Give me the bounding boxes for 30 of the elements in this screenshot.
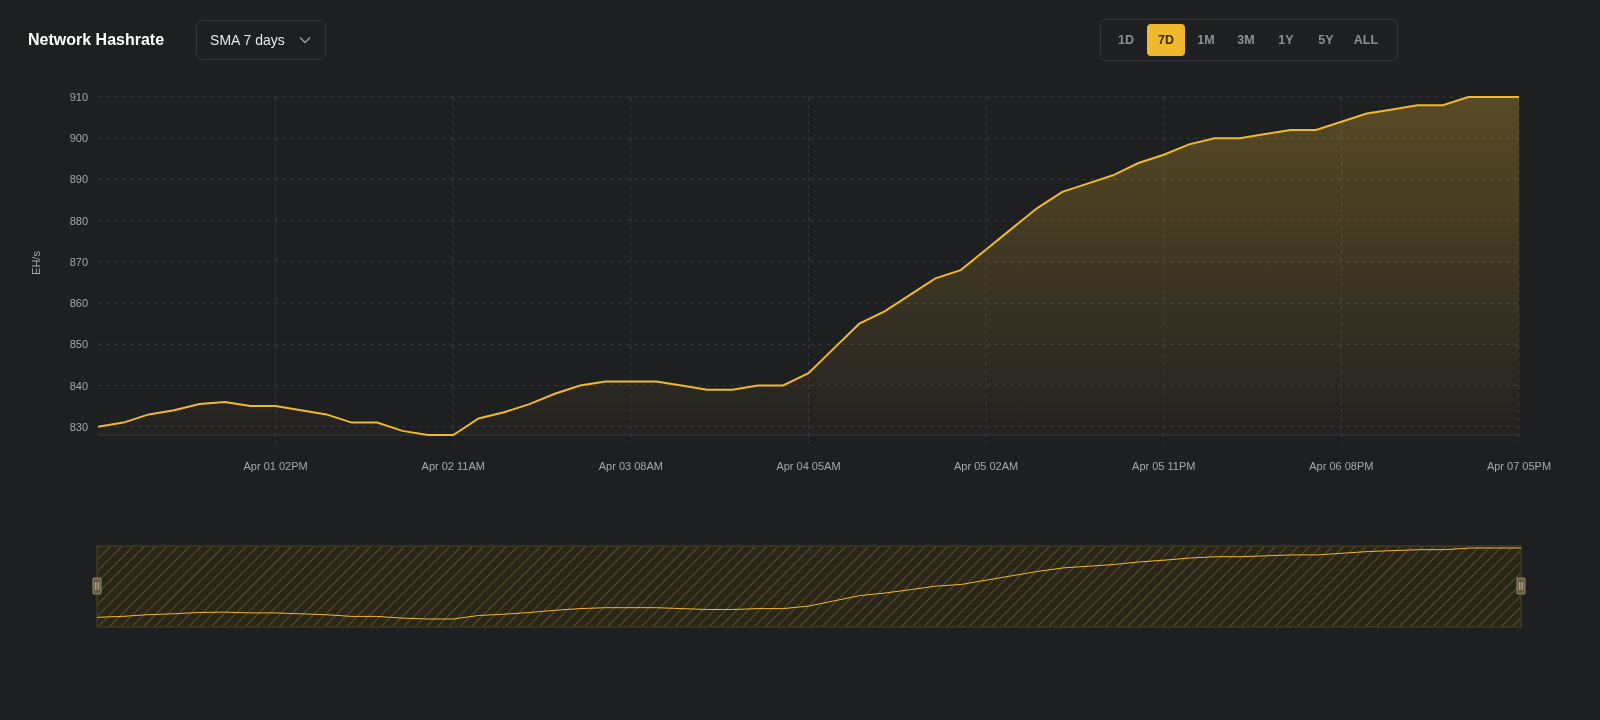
y-axis-label: 900 xyxy=(69,132,88,145)
average-dropdown[interactable]: SMA 7 days xyxy=(196,20,326,60)
x-axis-label: Apr 04 05AM xyxy=(776,460,841,472)
x-axis-label: Apr 05 02AM xyxy=(954,460,1019,472)
range-tab[interactable]: 3M xyxy=(1227,24,1265,56)
x-axis-label: Apr 03 08AM xyxy=(598,460,663,472)
y-axis-label: 870 xyxy=(69,255,88,268)
range-tab[interactable]: 5Y xyxy=(1307,24,1345,56)
y-axis-label: 830 xyxy=(69,420,88,433)
y-axis-label: 850 xyxy=(69,338,88,351)
range-handle[interactable] xyxy=(1516,577,1526,595)
range-tab[interactable]: 7D xyxy=(1147,24,1185,56)
range-tab[interactable]: 1M xyxy=(1187,24,1225,56)
range-tab[interactable]: 1Y xyxy=(1267,24,1305,56)
chevron-down-icon xyxy=(298,36,311,44)
x-axis-label: Apr 01 02PM xyxy=(243,460,308,472)
x-axis-label: Apr 06 08PM xyxy=(1309,460,1374,472)
range-handle[interactable] xyxy=(92,577,102,595)
y-axis-label: 860 xyxy=(69,297,88,310)
y-axis-title: EH/s xyxy=(30,251,42,275)
y-axis-label: 840 xyxy=(69,379,88,392)
range-tab[interactable]: ALL xyxy=(1347,24,1385,56)
y-axis-label: 890 xyxy=(69,173,88,186)
x-axis-label: Apr 05 11PM xyxy=(1132,460,1196,472)
y-axis-label: 910 xyxy=(69,91,88,103)
y-axis-label: 880 xyxy=(69,214,88,227)
chart-title: Network Hashrate xyxy=(28,31,165,49)
range-tab[interactable]: 1D xyxy=(1107,24,1145,56)
x-axis-label: Apr 02 11AM xyxy=(421,460,485,472)
x-axis-label: Apr 07 05PM xyxy=(1486,460,1552,472)
